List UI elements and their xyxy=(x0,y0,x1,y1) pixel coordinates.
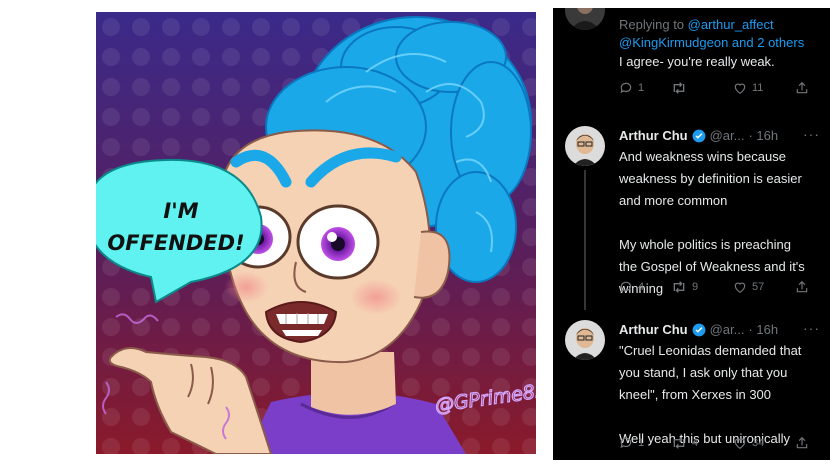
reply-button[interactable]: 1 xyxy=(619,436,644,450)
verified-badge-icon xyxy=(692,129,706,143)
like-button[interactable]: 34 xyxy=(733,436,764,450)
tweet-actions: 1 11 xyxy=(619,81,819,101)
retweet-icon xyxy=(673,281,685,293)
more-options-icon[interactable]: ··· xyxy=(803,126,820,142)
share-icon xyxy=(796,81,808,94)
like-button[interactable]: 57 xyxy=(733,280,764,294)
heart-icon xyxy=(734,438,746,449)
tweet-text: And weakness wins because weakness by de… xyxy=(619,149,805,296)
twitter-thread: Replying to @arthur_affect @KingKirmudge… xyxy=(553,8,830,460)
reply-icon xyxy=(620,281,632,293)
retweet-icon xyxy=(673,82,685,94)
display-name[interactable]: Arthur Chu xyxy=(619,322,688,337)
cartoon-illustration: I'M OFFENDED! @GPrime85 xyxy=(96,12,536,454)
tweet[interactable]: Arthur Chu @ar... · 16h ··· And weakness… xyxy=(553,116,830,310)
reply-context-continued: @KingKirmudgeon and 2 others xyxy=(619,35,804,50)
timestamp[interactable]: · 16h xyxy=(748,322,778,337)
timestamp[interactable]: · 16h xyxy=(748,128,778,143)
reply-button[interactable]: 4 xyxy=(619,280,644,294)
tweet-text: "Cruel Leonidas demanded that you stand,… xyxy=(619,343,802,446)
share-icon xyxy=(796,436,808,449)
tweet-header: Arthur Chu @ar... · 16h xyxy=(619,322,778,337)
like-button[interactable]: 11 xyxy=(733,81,763,95)
retweet-button[interactable] xyxy=(671,81,692,95)
share-button[interactable] xyxy=(795,436,814,450)
heart-icon xyxy=(734,83,746,94)
tweet-actions: 1 4 34 xyxy=(619,436,819,456)
more-options-icon[interactable]: ··· xyxy=(803,320,820,336)
retweet-icon xyxy=(673,437,685,449)
tweet[interactable]: Replying to @arthur_affect @KingKirmudge… xyxy=(553,8,830,116)
display-name[interactable]: Arthur Chu xyxy=(619,128,688,143)
retweet-button[interactable]: 4 xyxy=(671,436,698,450)
tweet[interactable]: Arthur Chu @ar... · 16h ··· "Cruel Leoni… xyxy=(553,310,830,460)
tweet-text: I agree- you're really weak. xyxy=(619,54,775,69)
avatar[interactable] xyxy=(565,126,605,166)
user-handle[interactable]: @ar... xyxy=(710,128,745,143)
offended-character-drawing: I'M OFFENDED! @GPrime85 xyxy=(96,12,536,454)
reply-icon xyxy=(620,82,632,94)
reply-context: Replying to @arthur_affect xyxy=(619,17,774,32)
tweet-actions: 4 9 57 xyxy=(619,280,819,300)
avatar[interactable] xyxy=(565,320,605,360)
reply-button[interactable]: 1 xyxy=(619,81,644,95)
reply-icon xyxy=(620,437,632,449)
heart-icon xyxy=(734,282,746,293)
mention-link[interactable]: @KingKirmudgeon and 2 others xyxy=(619,35,804,50)
user-handle[interactable]: @ar... xyxy=(710,322,745,337)
mention-link[interactable]: @arthur_affect xyxy=(688,17,774,32)
speech-bubble-line2: OFFENDED! xyxy=(107,231,244,255)
retweet-button[interactable]: 9 xyxy=(671,280,698,294)
share-button[interactable] xyxy=(795,280,814,294)
tweet-header: Arthur Chu @ar... · 16h xyxy=(619,128,778,143)
share-icon xyxy=(796,280,808,293)
avatar[interactable] xyxy=(565,8,605,30)
verified-badge-icon xyxy=(692,323,706,337)
speech-bubble-line1: I'M xyxy=(163,199,198,223)
share-button[interactable] xyxy=(795,81,814,95)
